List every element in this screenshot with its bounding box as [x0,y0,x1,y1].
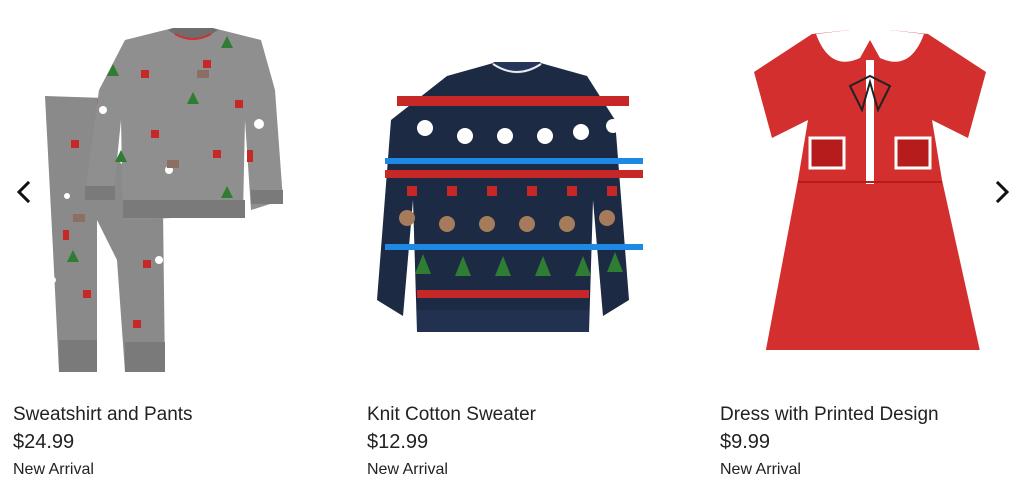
red-dress-image [754,30,986,366]
product-price: $24.99 [13,431,75,453]
new-arrival-badge: New Arrival [13,461,94,478]
sweatshirt-pants-image [45,28,283,372]
new-arrival-badge: New Arrival [367,461,448,478]
new-arrival-badge: New Arrival [720,461,801,478]
product-image-printed-dress[interactable] [720,0,1020,395]
product-image-sweatshirt-pants[interactable] [13,0,313,395]
product-card[interactable]: Dress with Printed Design $9.99 New Arri… [720,0,1020,487]
product-card[interactable]: Sweatshirt and Pants $24.99 New Arrival [13,0,313,487]
chevron-right-icon [995,180,1010,204]
product-price: $9.99 [720,431,771,453]
product-name[interactable]: Dress with Printed Design [720,404,939,426]
product-name[interactable]: Knit Cotton Sweater [367,404,536,426]
product-price: $12.99 [367,431,429,453]
product-name[interactable]: Sweatshirt and Pants [13,404,193,426]
product-carousel: Sweatshirt and Pants $24.99 New Arrival [0,0,1024,487]
product-card[interactable]: Knit Cotton Sweater $12.99 New Arrival [367,0,667,487]
knit-sweater-image [377,62,643,332]
product-image-knit-sweater[interactable] [367,0,667,395]
carousel-next-button[interactable] [986,176,1018,208]
